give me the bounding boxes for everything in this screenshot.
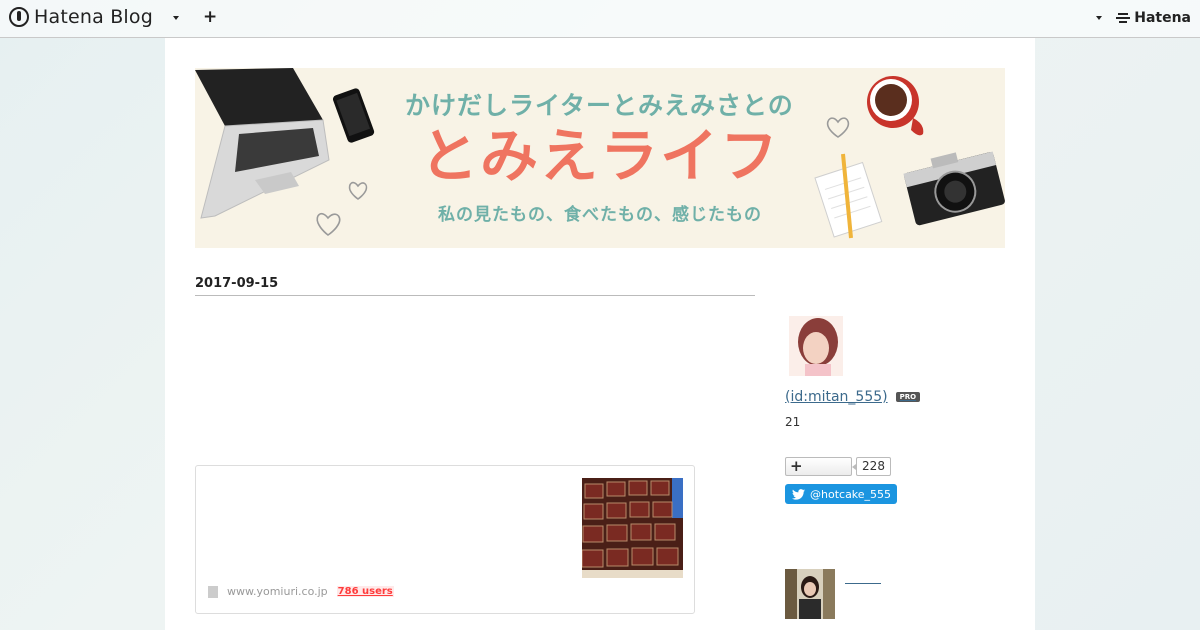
heart-icon: [826, 117, 850, 138]
profile-id-link[interactable]: (id:mitan_555) PRO: [785, 389, 921, 405]
blog-page: かけだしライターとみえみさとの とみえライフ 私の見たもの、食べたもの、感じたも…: [165, 38, 1035, 630]
hatena-blog-logo-icon: [9, 7, 29, 27]
bookmark-users-badge[interactable]: 786 users: [336, 586, 394, 597]
hatena-mark-icon: [1116, 12, 1131, 24]
add-button[interactable]: +: [203, 9, 217, 26]
heart-icon: [348, 181, 368, 200]
follow-plus-icon: +: [790, 457, 803, 475]
coffee-cup-icon: [867, 76, 924, 136]
hatena-blog-logo[interactable]: Hatena Blog: [9, 6, 153, 28]
smartphone-icon: [332, 88, 375, 143]
twitter-handle: @hotcake_555: [810, 487, 892, 501]
secondary-avatar[interactable]: [785, 569, 835, 619]
profile-count: 21: [785, 415, 801, 429]
logo-text: Hatena Blog: [34, 6, 153, 28]
profile-photo-image: [785, 316, 843, 376]
profile-avatar[interactable]: [785, 316, 843, 376]
hatena-brand-link[interactable]: Hatena: [1116, 10, 1191, 26]
embed-source-domain[interactable]: www.yomiuri.co.jp: [227, 585, 328, 598]
twitter-bird-icon: [792, 488, 805, 500]
follower-count[interactable]: 228: [852, 457, 891, 476]
account-menu-dropdown-icon[interactable]: [1096, 16, 1102, 20]
global-header: Hatena Blog + Hatena: [0, 0, 1200, 38]
banner-subtitle: かけだしライターとみえみさとの: [405, 91, 794, 120]
laptop-icon: [195, 68, 330, 219]
embed-source: www.yomiuri.co.jp 786 users: [208, 585, 394, 598]
twitter-follow-button[interactable]: @hotcake_555: [785, 484, 897, 504]
profile-id-text[interactable]: (id:mitan_555): [785, 389, 888, 405]
secondary-link[interactable]: [845, 583, 881, 584]
blog-menu-dropdown-icon[interactable]: [173, 16, 179, 20]
hatena-brand-text: Hatena: [1134, 10, 1191, 26]
embed-link-card[interactable]: www.yomiuri.co.jp 786 users: [195, 465, 695, 614]
secondary-photo-image: [785, 569, 835, 619]
banner-tagline: 私の見たもの、食べたもの、感じたもの: [438, 205, 762, 225]
camera-icon: [903, 151, 1005, 226]
blog-banner[interactable]: かけだしライターとみえみさとの とみえライフ 私の見たもの、食べたもの、感じたも…: [195, 68, 1005, 248]
site-favicon-icon: [208, 585, 218, 598]
banner-title: とみえライフ: [420, 122, 781, 190]
embed-thumbnail[interactable]: [582, 478, 683, 578]
pro-badge: PRO: [895, 392, 921, 402]
entry-date[interactable]: 2017-09-15: [195, 276, 755, 296]
follow-button[interactable]: +: [785, 457, 852, 476]
heart-icon: [316, 212, 341, 236]
bento-photo-image: [582, 478, 683, 578]
